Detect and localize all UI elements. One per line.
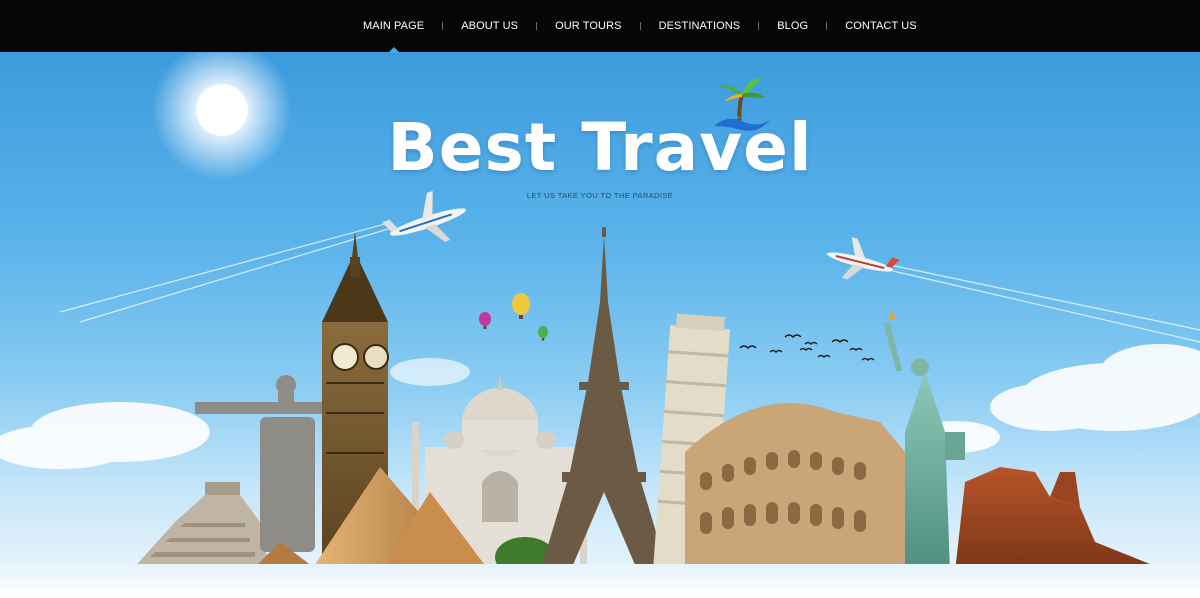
- hot-air-balloons: [479, 293, 548, 341]
- nav-item-about-us[interactable]: ABOUT US: [443, 0, 536, 52]
- nav-item-our-tours[interactable]: OUR TOURS: [537, 0, 640, 52]
- hero-banner: Best Travel LET US TAKE YOU TO THE PARAD…: [0, 52, 1200, 598]
- nav-item-destinations[interactable]: DESTINATIONS: [641, 0, 759, 52]
- red-rock-mesa: [955, 467, 1170, 572]
- page: MAIN PAGE ABOUT US OUR TOURS DESTINATION…: [0, 0, 1200, 598]
- airplane-icon: [826, 237, 900, 280]
- nav-link-main-page[interactable]: MAIN PAGE: [345, 0, 442, 52]
- nav-link-blog[interactable]: BLOG: [759, 0, 826, 52]
- site-logo-title[interactable]: Best Travel: [0, 113, 1200, 183]
- eiffel-tower: [540, 227, 668, 572]
- nav-link-about-us[interactable]: ABOUT US: [443, 0, 536, 52]
- nav-link-destinations[interactable]: DESTINATIONS: [641, 0, 759, 52]
- nav-link-our-tours[interactable]: OUR TOURS: [537, 0, 640, 52]
- site-tagline: LET US TAKE YOU TO THE PARADISE: [526, 191, 674, 200]
- nav-item-main-page[interactable]: MAIN PAGE: [345, 0, 442, 53]
- birds: [739, 334, 875, 362]
- nav-link-contact-us[interactable]: CONTACT US: [827, 0, 935, 52]
- water-reflection: [0, 564, 1200, 598]
- main-nav: MAIN PAGE ABOUT US OUR TOURS DESTINATION…: [0, 0, 1200, 53]
- colosseum: [685, 403, 905, 572]
- nav-item-contact-us[interactable]: CONTACT US: [827, 0, 935, 52]
- nav-list: MAIN PAGE ABOUT US OUR TOURS DESTINATION…: [345, 0, 935, 53]
- contrails: [59, 223, 1200, 343]
- nav-item-blog[interactable]: BLOG: [759, 0, 826, 52]
- mayan-pyramid: [130, 482, 270, 572]
